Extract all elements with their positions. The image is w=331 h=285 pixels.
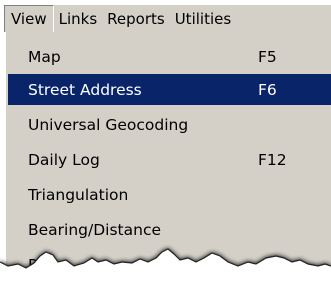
menu-item-street-address[interactable]: Street Address F6 [8,74,331,105]
screenshot-frame: View Links Reports Utilities Map F5 Stre… [0,0,331,285]
menu-item-shortcut: F5 [258,47,277,66]
menu-item-map[interactable]: Map F5 [8,41,331,72]
menu-item-shortcut: F6 [258,80,277,99]
view-dropdown-menu: Map F5 Street Address F6 Universal Geoco… [4,32,331,285]
menu-item-bearing-distance[interactable]: Bearing/Distance [8,214,331,245]
menu-item-label: Bearing/Distance [28,220,162,239]
menu-utilities-label: Utilities [174,10,232,28]
menu-links-label: Links [58,10,98,28]
menu-item-shortcut: F12 [258,150,287,169]
menu-item-label: Triangulation [28,185,129,204]
menu-item-label: Street Address [28,80,142,99]
menu-item-daily-log[interactable]: Daily Log F12 [8,144,331,175]
menu-item-triangulation[interactable]: Triangulation [8,179,331,210]
menu-reports[interactable]: Reports [102,5,170,33]
menu-item-partial[interactable]: P [8,249,331,280]
menu-bar: View Links Reports Utilities [4,4,331,33]
menu-utilities[interactable]: Utilities [170,5,236,33]
menu-item-label: Map [28,47,61,66]
menu-reports-label: Reports [107,10,165,28]
menu-item-label: P [28,255,38,274]
menu-item-universal-geocoding[interactable]: Universal Geocoding [8,109,331,140]
menu-item-label: Daily Log [28,150,100,169]
menu-links[interactable]: Links [54,5,103,33]
menu-view[interactable]: View [4,5,54,33]
menu-item-label: Universal Geocoding [28,115,189,134]
menu-view-label: View [11,10,47,28]
